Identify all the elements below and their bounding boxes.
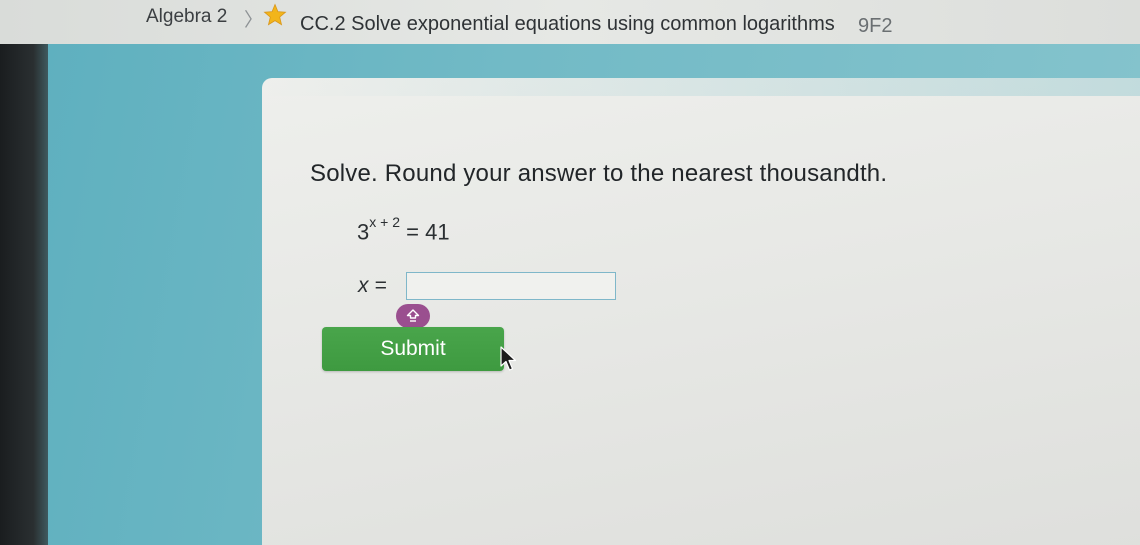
card-header-strip (262, 78, 1140, 96)
equation-exponent: x + 2 (369, 214, 400, 230)
answer-input[interactable] (406, 272, 616, 300)
keyboard-toggle-icon (406, 309, 420, 322)
equation-base: 3 (357, 219, 370, 245)
equation-right-side: = 41 (406, 219, 450, 245)
star-icon (263, 3, 287, 26)
equation: 3x + 2 = 41 (357, 214, 450, 245)
breadcrumb-subject-link[interactable]: Algebra 2 (146, 6, 227, 28)
breadcrumb-skill-title: CC.2 Solve exponential equations using c… (300, 13, 835, 35)
chevron-right-icon: 〉 (244, 10, 264, 31)
breadcrumb: Algebra 2 〉 CC.2 Solve exponential equat… (0, 0, 1140, 44)
question-instruction: Solve. Round your answer to the nearest … (310, 160, 888, 187)
monitor-bezel (0, 0, 48, 545)
answer-row: x = (358, 272, 616, 300)
breadcrumb-skill-code: 9F2 (858, 15, 893, 37)
question-card (262, 78, 1140, 545)
mouse-cursor-icon (500, 346, 517, 371)
answer-label: x = (358, 274, 387, 297)
keyboard-toggle-button[interactable] (396, 304, 430, 328)
submit-button[interactable]: Submit (322, 327, 504, 371)
